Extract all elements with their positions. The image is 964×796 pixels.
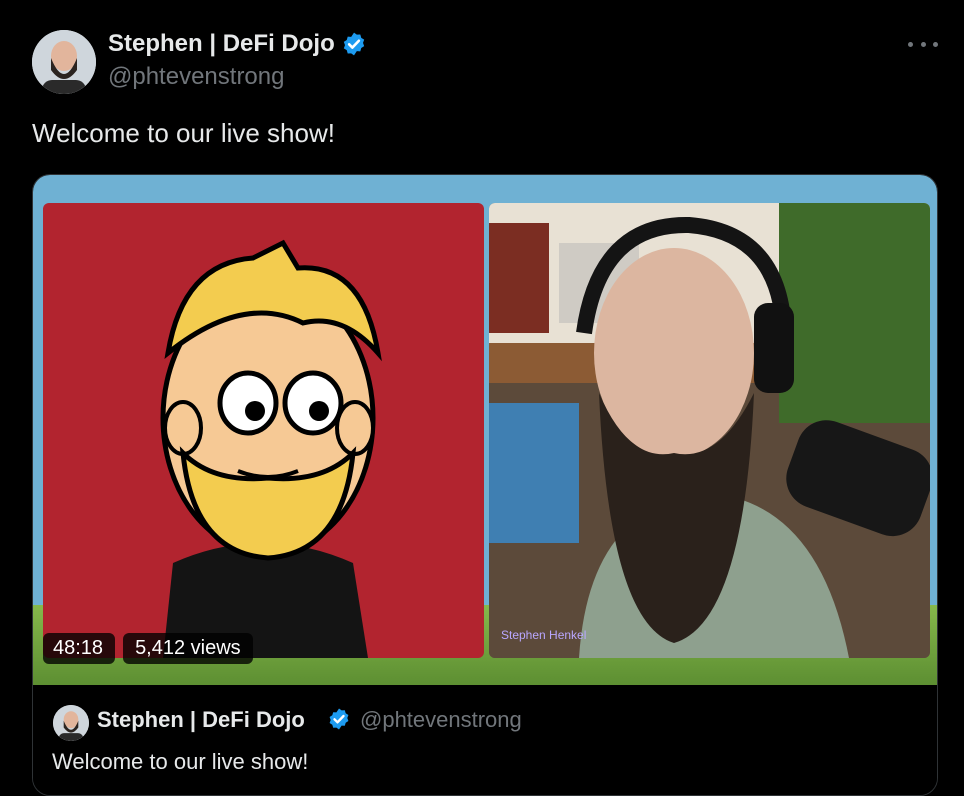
- webcam-image: [489, 203, 930, 658]
- media-card[interactable]: Stephen Henkel 48:18 5,412 views Stephen…: [32, 174, 938, 796]
- tweet-text: Welcome to our live show!: [32, 118, 335, 148]
- cartoon-character-image: [160, 239, 382, 658]
- avatar-photo: [53, 705, 89, 741]
- video-panel-webcam: Stephen Henkel: [489, 203, 930, 658]
- verified-badge-icon: [329, 708, 349, 730]
- views-badge: 5,412 views: [123, 633, 253, 664]
- more-horizontal-icon[interactable]: [908, 34, 938, 54]
- avatar-photo: [32, 30, 96, 94]
- duration-badge: 48:18: [43, 633, 116, 664]
- video-panel-cartoon: [43, 203, 484, 658]
- quoted-author-avatar[interactable]: [53, 705, 89, 741]
- quoted-tweet-text: Welcome to our live show!: [52, 749, 309, 774]
- verified-badge-icon: [343, 32, 364, 56]
- video-overlay: 48:18 5,412 views: [43, 633, 261, 664]
- video-player[interactable]: Stephen Henkel 48:18 5,412 views: [33, 175, 937, 685]
- quoted-author-handle[interactable]: @phtevenstrong: [360, 707, 522, 733]
- author-avatar[interactable]: [32, 30, 96, 94]
- author-handle[interactable]: @phtevenstrong: [108, 63, 284, 91]
- author-display-name[interactable]: Stephen | DeFi Dojo: [108, 30, 335, 58]
- quoted-author-display-name[interactable]: Stephen | DeFi Dojo: [97, 707, 305, 733]
- quoted-tweet[interactable]: Stephen | DeFi Dojo @phtevenstrong Welco…: [33, 685, 937, 795]
- camera-name-label: Stephen Henkel: [501, 628, 587, 642]
